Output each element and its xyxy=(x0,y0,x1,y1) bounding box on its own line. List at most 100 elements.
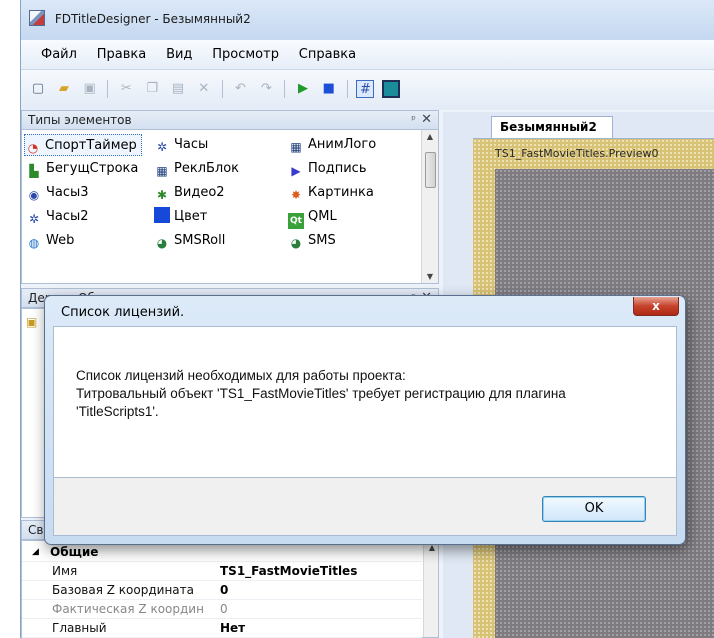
element-label: Видео2 xyxy=(174,185,225,200)
film-icon: ▦ xyxy=(290,140,302,154)
property-value[interactable]: 0 xyxy=(220,581,228,600)
play-icon[interactable]: ▶ xyxy=(294,80,312,98)
properties-panel: ◢ Общие Имя TS1_FastMovieTitles Базовая … xyxy=(21,540,439,638)
frame-icon[interactable] xyxy=(382,80,401,98)
property-row[interactable]: Базовая Z координата 0 xyxy=(22,581,422,600)
property-value[interactable]: TS1_FastMovieTitles xyxy=(220,562,357,581)
toolbar-separator xyxy=(346,80,348,98)
clock-icon: ✲ xyxy=(28,212,40,226)
film-icon: ▦ xyxy=(156,164,168,178)
collapse-icon[interactable]: ◢ xyxy=(32,543,39,562)
toolbar-separator xyxy=(284,80,286,98)
qml-icon: Qt xyxy=(288,213,304,229)
redo-icon[interactable]: ↷ xyxy=(257,80,275,98)
picture-icon: ✸ xyxy=(290,188,302,202)
property-value: 0 xyxy=(220,602,228,616)
new-icon[interactable]: ▢ xyxy=(29,80,47,98)
element-animlogo[interactable]: ▦ АнимЛого xyxy=(288,134,376,156)
property-group-label: Общие xyxy=(50,545,99,559)
scroll-down-icon[interactable]: ▼ xyxy=(422,272,438,281)
element-label: Подпись xyxy=(308,161,367,176)
tree-root-icon[interactable]: ▣ xyxy=(26,315,37,329)
element-ticker[interactable]: ▙ БегущСтрока xyxy=(26,158,138,180)
element-label: QML xyxy=(308,209,337,224)
close-icon[interactable]: ✕ xyxy=(421,112,432,127)
element-color[interactable]: Цвет xyxy=(154,206,207,228)
property-row[interactable]: Имя TS1_FastMovieTitles xyxy=(22,562,422,581)
element-adblock[interactable]: ▦ РеклБлок xyxy=(154,158,239,180)
element-label: Часы xyxy=(174,137,209,152)
dialog-button-bar: OK xyxy=(53,478,677,536)
toolbar-separator xyxy=(107,80,109,98)
dialog-message: Список лицензий необходимых для работы п… xyxy=(76,367,656,421)
element-web[interactable]: ◍ Web xyxy=(26,230,75,252)
element-clock[interactable]: ✲ Часы xyxy=(154,134,208,156)
property-name: Главный xyxy=(52,621,107,635)
elements-panel-title: Типы элементов xyxy=(28,113,132,127)
menu-file[interactable]: Файл xyxy=(33,40,85,70)
element-label: БегущСтрока xyxy=(46,161,139,176)
element-clock2[interactable]: ✲ Часы2 xyxy=(26,206,89,228)
save-icon[interactable]: ▣ xyxy=(81,80,99,98)
delete-icon[interactable]: ✕ xyxy=(195,80,213,98)
ok-button[interactable]: OK xyxy=(542,496,646,522)
menu-view[interactable]: Вид xyxy=(158,40,200,70)
element-sporttimer[interactable]: ◔ СпортТаймер xyxy=(24,134,142,156)
dialog-close-button[interactable]: x xyxy=(633,297,679,316)
sms-icon: ◕ xyxy=(290,236,302,250)
element-clock3[interactable]: ◉ Часы3 xyxy=(26,182,89,204)
ticker-icon: ▙ xyxy=(29,164,39,178)
element-label: АнимЛого xyxy=(308,137,377,152)
element-label: РеклБлок xyxy=(174,161,240,176)
element-label: Картинка xyxy=(308,185,374,200)
dialog-message-line: 'TitleScripts1'. xyxy=(76,404,159,419)
menu-help[interactable]: Справка xyxy=(291,40,364,70)
element-label: Web xyxy=(46,233,75,248)
sms-icon: ◕ xyxy=(156,236,168,250)
stop-icon[interactable]: ■ xyxy=(320,80,338,98)
properties-scrollbar[interactable]: ▲ xyxy=(423,541,438,637)
web-icon: ◍ xyxy=(28,236,40,250)
property-value[interactable]: Нет xyxy=(220,619,245,638)
dialog-message-line: Список лицензий необходимых для работы п… xyxy=(76,368,406,383)
dialog-message-line: Титровальный объект 'TS1_FastMovieTitles… xyxy=(76,386,566,401)
open-icon[interactable]: ▰ xyxy=(55,80,73,98)
title-bar: FDTitleDesigner - Безымянный2 xyxy=(21,0,714,40)
paste-icon[interactable]: ▤ xyxy=(169,80,187,98)
element-qml[interactable]: Qt QML xyxy=(288,206,337,229)
property-name: Базовая Z координата xyxy=(52,583,194,597)
elements-scrollbar[interactable]: ▲ ▼ xyxy=(421,130,438,283)
element-video2[interactable]: ✱ Видео2 xyxy=(154,182,225,204)
dialog-title: Список лицензий. xyxy=(61,305,185,320)
property-row[interactable]: Главный Нет xyxy=(22,619,422,638)
elements-panel-header: Типы элементов ᵖ ✕ xyxy=(21,110,439,130)
scroll-up-icon[interactable]: ▲ xyxy=(422,132,438,141)
caption-icon: ▶ xyxy=(291,164,301,178)
license-dialog: Список лицензий. x Список лицензий необх… xyxy=(44,295,686,545)
element-smsroll[interactable]: ◕ SMSRoll xyxy=(154,230,226,252)
undo-icon[interactable]: ↶ xyxy=(231,80,249,98)
element-label: SMSRoll xyxy=(174,233,226,248)
toolbar: ▢ ▰ ▣ ✂ ❐ ▤ ✕ ↶ ↷ ▶ ■ # xyxy=(21,70,714,110)
stopwatch-icon: ◔ xyxy=(27,141,39,155)
menu-edit[interactable]: Правка xyxy=(89,40,154,70)
copy-icon[interactable]: ❐ xyxy=(143,80,161,98)
cut-icon[interactable]: ✂ xyxy=(117,80,135,98)
elements-panel: ◔ СпортТаймер ✲ Часы ▦ АнимЛого ▙ БегущСтрок… xyxy=(21,130,439,284)
element-sms[interactable]: ◕ SMS xyxy=(288,230,336,252)
menu-bar: Файл Правка Вид Просмотр Справка xyxy=(21,40,714,70)
menu-preview[interactable]: Просмотр xyxy=(204,40,287,70)
element-label: Часы2 xyxy=(46,209,89,224)
property-row[interactable]: Фактическая Z координ 0 xyxy=(22,600,422,619)
preview-label: TS1_FastMovieTitles.Preview0 xyxy=(495,147,659,160)
grid-icon[interactable]: # xyxy=(356,80,375,98)
element-picture[interactable]: ✸ Картинка xyxy=(288,182,374,204)
pin-icon[interactable]: ᵖ xyxy=(411,113,416,126)
element-caption[interactable]: ▶ Подпись xyxy=(288,158,366,180)
close-icon: x xyxy=(652,299,660,313)
tab-document[interactable]: Безымянный2 xyxy=(491,116,613,138)
element-label: SMS xyxy=(308,233,336,248)
scroll-thumb[interactable] xyxy=(425,152,436,188)
property-group[interactable]: ◢ Общие xyxy=(22,543,422,562)
property-name: Фактическая Z координ xyxy=(52,602,204,616)
